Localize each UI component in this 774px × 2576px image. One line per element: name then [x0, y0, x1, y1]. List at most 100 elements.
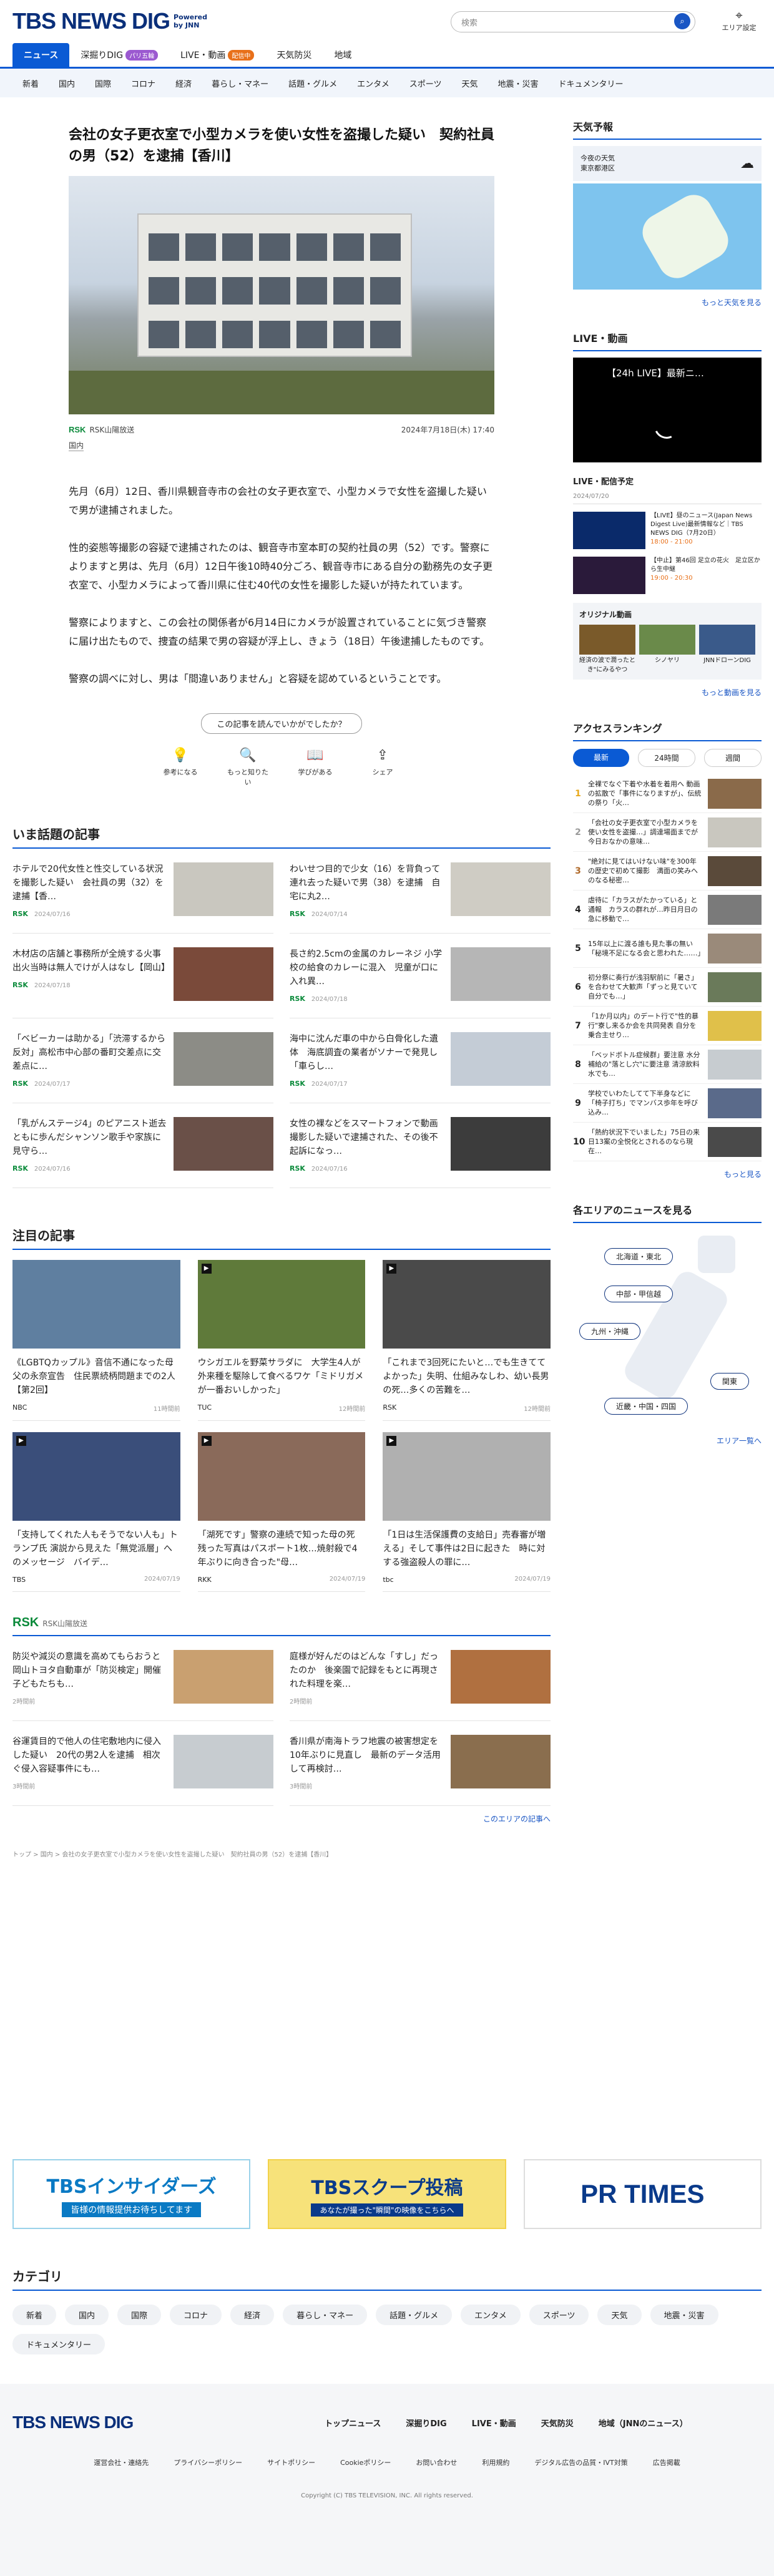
ranking-item[interactable]: 2 「会社の女子更衣室で小型カメラを使い女性を盗撮…」調達場面までが今日おなかの意…: [573, 813, 762, 852]
tab-live[interactable]: LIVE・動画 配信中: [169, 43, 265, 67]
ranking-item[interactable]: 1 全裸でなぐ下着や水着を着用へ 動画の拡散で「事件になりますが」、伝統の祭り「火…: [573, 774, 762, 813]
ranking-item[interactable]: 3 "絶対に見てはいけない味"を300年の歴史で初めて撮影 満面の笑みへのなる秘密…: [573, 852, 762, 890]
schedule-item[interactable]: 【中止】第46回 足立の花火 足立区から生中継 19:00 - 20:30: [573, 557, 762, 594]
ranking-item[interactable]: 6 初分祭に奏行が浅羽駅前に「暑さ」を合わせて大歓声「ずっと見ていて自分でも…」: [573, 968, 762, 1007]
ranking-item[interactable]: 9 学校でいわたしてて下半身などに「椅子打ち」でマンバス歩年を呼び込み…: [573, 1084, 762, 1123]
list-item[interactable]: 女性の裸などをスマートフォンで動画撮影した疑いで逮捕された、その後不起訴になっ……: [290, 1103, 551, 1188]
know-more-button[interactable]: 🔍 もっと知りたい: [225, 748, 270, 787]
footer-link[interactable]: Cookieポリシー: [340, 2457, 391, 2467]
prtimes-banner[interactable]: PR TIMES: [523, 2159, 762, 2229]
nav-international[interactable]: 国際: [85, 77, 121, 89]
category-chip[interactable]: 天気: [597, 2305, 642, 2325]
category-chip[interactable]: 経済: [230, 2305, 275, 2325]
area-setting-button[interactable]: ⌖ エリア設定: [717, 7, 762, 32]
insiders-banner[interactable]: TBSインサイダーズ 皆様の情報提供お待ちしてます: [12, 2159, 251, 2229]
article-tag[interactable]: 国内: [69, 440, 84, 451]
featured-card[interactable]: ▶ 「湖死です」警察の連続で知った母の死 残った写真はパスポート1枚…焼射殺で4年…: [197, 1432, 366, 1603]
footer-link[interactable]: 運営会社・連絡先: [94, 2457, 149, 2467]
footer-logo[interactable]: TBS NEWS DIG: [12, 2413, 325, 2432]
weather-more-link[interactable]: もっと天気を見る: [573, 297, 762, 308]
category-chip[interactable]: 地震・災害: [650, 2305, 718, 2325]
region-kinki[interactable]: 近畿・中国・四国: [604, 1398, 688, 1415]
footer-nav-region[interactable]: 地域（JNNのニュース）: [599, 2417, 688, 2429]
list-item[interactable]: 香川県が南海トラフ地震の被害想定を10年ぶりに見直し 最新のデータ活用して再検討…: [290, 1721, 551, 1806]
category-chip[interactable]: 暮らし・マネー: [283, 2305, 368, 2325]
tab-dig[interactable]: 深掘りDIG パリ五輪: [69, 43, 169, 67]
tab-weekly[interactable]: 週間: [704, 749, 762, 767]
scoop-banner[interactable]: TBSスクープ投稿 あなたが撮った"瞬間"の映像をこちらへ: [268, 2159, 506, 2229]
nav-life-money[interactable]: 暮らし・マネー: [202, 77, 278, 89]
footer-nav-top[interactable]: トップニュース: [325, 2417, 381, 2429]
video-more-link[interactable]: もっと動画を見る: [573, 687, 762, 698]
footer-link[interactable]: 利用規約: [482, 2457, 509, 2467]
nav-weather[interactable]: 天気: [451, 77, 487, 89]
list-item[interactable]: 防災や減災の意識を高めてもらおうと岡山トヨタ自動車が「防災検定」開催 子どもたち…: [12, 1636, 273, 1721]
category-chip[interactable]: コロナ: [170, 2305, 222, 2325]
nav-domestic[interactable]: 国内: [49, 77, 85, 89]
nav-entertainment[interactable]: エンタメ: [347, 77, 399, 89]
weather-today[interactable]: 今夜の天気 東京都港区 ☁: [573, 146, 762, 181]
list-item[interactable]: 庭様が好んだのはどんな「すし」だったのか 後楽園で記録をもとに再現された料理を楽…: [290, 1636, 551, 1721]
list-item[interactable]: 長さ約2.5cmの金属のカレーネジ 小学校の給食のカレーに混入 児童が口に入れ異…: [290, 934, 551, 1018]
nav-documentary[interactable]: ドキュメンタリー: [549, 77, 634, 89]
original-video-card[interactable]: JNNドローンDIG: [699, 625, 755, 673]
list-item[interactable]: 海中に沈んだ車の中から白骨化した遺体 海底調査の業者がソナーで発見し「車らし… R…: [290, 1018, 551, 1103]
tab-region[interactable]: 地域: [323, 43, 363, 67]
featured-card[interactable]: ▶ 「1日は生活保護費の支給日」売春審が増える」そして事件は2日に起きた 時に対す…: [383, 1432, 551, 1603]
ranking-more-link[interactable]: もっと見る: [573, 1169, 762, 1179]
ranking-item[interactable]: 8 「ベッドボトル症候群」要注意 水分補給の"落とし穴"に要注意 清涼飲料水でも…: [573, 1045, 762, 1084]
ranking-item[interactable]: 10 「熱約状況下でいました」75日の来日13案の全悦化とされるのなら現在…: [573, 1123, 762, 1161]
breadcrumb[interactable]: トップ > 国内 > 会社の女子更衣室で小型カメラを使い女性を盗撮した疑い 契約…: [12, 1849, 551, 1858]
region-chubu[interactable]: 中部・甲信越: [604, 1286, 674, 1302]
tab-latest[interactable]: 最新: [573, 749, 629, 767]
list-item[interactable]: ホテルで20代女性と性交している状況を撮影した疑い 会社員の男（32）を逮捕【香…: [12, 849, 273, 934]
original-video-card[interactable]: 経済の波で潤ったとき"にみるやつ: [579, 625, 635, 673]
tab-weather[interactable]: 天気防災: [265, 43, 323, 67]
nav-new[interactable]: 新着: [12, 77, 49, 89]
list-item[interactable]: わいせつ目的で少女（16）を背負って連れ去った疑いで男（38）を逮捕 自宅に丸2…: [290, 849, 551, 934]
search-input[interactable]: 検索: [451, 11, 695, 32]
nav-disaster[interactable]: 地震・災害: [488, 77, 549, 89]
category-chip[interactable]: 話題・グルメ: [376, 2305, 453, 2325]
footer-nav-live[interactable]: LIVE・動画: [472, 2417, 516, 2429]
schedule-item[interactable]: 【LIVE】昼のニュース(Japan News Digest Live)最新情報…: [573, 512, 762, 549]
site-logo[interactable]: TBS NEWS DIG: [12, 8, 170, 34]
list-item[interactable]: 谷運賃目的で他人の住宅敷地内に侵入した疑い 20代の男2人を逮捕 相次ぐ侵入容疑…: [12, 1721, 273, 1806]
share-button[interactable]: ⇪ シェア: [360, 748, 405, 787]
footer-link[interactable]: 広告掲載: [653, 2457, 680, 2467]
list-item[interactable]: 「ベビーカーは助かる」「渋滞するから反対」高松市中心部の番町交差点に交差点に… R…: [12, 1018, 273, 1103]
search-icon[interactable]: ⌕: [674, 13, 690, 29]
category-chip[interactable]: エンタメ: [461, 2305, 521, 2325]
ranking-item[interactable]: 5 15年以上に渡る誰も見た事の無い「秘境不足になる会と思われた……」: [573, 929, 762, 968]
featured-card[interactable]: ▶ 「支持してくれた人もそうでない人も」トランプ氏 演説から見えた「無党派層」への…: [12, 1432, 180, 1603]
helpful-button[interactable]: 💡 参考になる: [158, 748, 203, 787]
featured-card[interactable]: ▶ ウシガエルを野菜サラダに 大学生4人が外来種を駆除して食べるワケ「ミドリガメが…: [197, 1260, 366, 1432]
list-item[interactable]: 「乳がんステージ4」のピアニスト逝去 ともに歩んだシャンソン歌手や家族に見守ら……: [12, 1103, 273, 1188]
ranking-item[interactable]: 4 虐待に「カラスがたかっている」と通報 カラスの群れが…昨日月日の急に移動で…: [573, 890, 762, 929]
tab-24h[interactable]: 24時間: [638, 749, 695, 767]
footer-link[interactable]: お問い合わせ: [416, 2457, 457, 2467]
live-video-player[interactable]: 【24h LIVE】最新ニ…: [573, 358, 762, 462]
area-more-link[interactable]: エリア一覧へ: [573, 1435, 762, 1446]
weather-map[interactable]: [573, 183, 762, 290]
category-chip[interactable]: ドキュメンタリー: [12, 2334, 105, 2354]
footer-link[interactable]: プライバシーポリシー: [174, 2457, 242, 2467]
tab-news[interactable]: ニュース: [12, 43, 70, 67]
category-chip[interactable]: 国内: [65, 2305, 109, 2325]
footer-nav-weather[interactable]: 天気防災: [541, 2417, 574, 2429]
featured-card[interactable]: 《LGBTQカップル》音信不通になった母 父の永奈宣告 住民票続柄問題までの2人…: [12, 1260, 180, 1432]
local-more-link[interactable]: このエリアの記事へ: [12, 1813, 551, 1824]
category-chip[interactable]: スポーツ: [529, 2305, 589, 2325]
ranking-item[interactable]: 7 「1か月以内」のデート行で"性的暴行"寮し来るか会を共同発表 自分を乗合主せり…: [573, 1007, 762, 1045]
region-kanto[interactable]: 関東: [710, 1373, 750, 1390]
category-chip[interactable]: 国際: [117, 2305, 162, 2325]
footer-nav-dig[interactable]: 深掘りDIG: [406, 2417, 446, 2429]
list-item[interactable]: 木材店の店舗と事務所が全焼する火事 出火当時は無人でけが人はなし【岡山】 RSK 2…: [12, 934, 273, 1018]
category-chip[interactable]: 新着: [12, 2305, 57, 2325]
region-hokkaido-tohoku[interactable]: 北海道・東北: [604, 1248, 674, 1265]
footer-link[interactable]: デジタル広告の品質・IVT対策: [534, 2457, 627, 2467]
original-video-card[interactable]: シノヤリ: [639, 625, 695, 673]
learn-button[interactable]: 📖 学びがある: [293, 748, 338, 787]
region-kyushu[interactable]: 九州・沖縄: [579, 1323, 641, 1340]
nav-sports[interactable]: スポーツ: [399, 77, 452, 89]
